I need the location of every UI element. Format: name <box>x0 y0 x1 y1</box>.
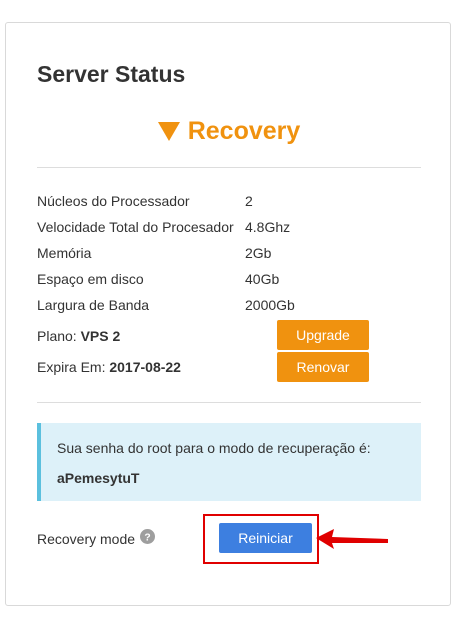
server-status-indicator: Recovery <box>6 117 452 146</box>
root-password-alert: Sua senha do root para o modo de recuper… <box>37 423 421 501</box>
divider <box>37 402 421 403</box>
status-label: Recovery <box>187 117 301 145</box>
plan-label: Plano: <box>37 328 77 344</box>
recovery-mode-field: Recovery mode ? <box>37 529 156 548</box>
recovery-mode-label: Recovery mode <box>37 530 136 547</box>
plan-value: VPS 2 <box>80 328 121 344</box>
divider <box>37 167 421 168</box>
spec-label: Largura de Banda <box>37 297 150 313</box>
spec-value: 2 <box>245 193 253 209</box>
restart-button[interactable]: Reiniciar <box>219 523 312 553</box>
spec-label: Espaço em disco <box>37 271 144 287</box>
panel-title: Server Status <box>37 61 186 87</box>
spec-value: 2000Gb <box>245 297 295 313</box>
renew-button[interactable]: Renovar <box>277 352 369 382</box>
spec-label: Memória <box>37 245 92 261</box>
spec-value: 2Gb <box>245 245 272 261</box>
expiry-value: 2017-08-22 <box>109 359 181 375</box>
root-password: aPemesytuT <box>57 470 140 486</box>
spec-label: Núcleos do Processador <box>37 193 190 209</box>
server-status-panel: Server Status Recovery Núcleos do Proces… <box>5 22 451 606</box>
spec-label: Velocidade Total do Procesador <box>37 219 234 235</box>
triangle-down-icon <box>157 121 180 141</box>
spec-value: 40Gb <box>245 271 280 287</box>
spec-value: 4.8Ghz <box>245 219 291 235</box>
alert-message: Sua senha do root para o modo de recuper… <box>57 440 371 456</box>
question-circle-icon[interactable]: ? <box>140 529 156 548</box>
svg-text:?: ? <box>144 532 150 543</box>
expiry-label: Expira Em: <box>37 359 106 375</box>
pointer-arrow-icon <box>316 529 388 549</box>
upgrade-button[interactable]: Upgrade <box>277 320 369 350</box>
